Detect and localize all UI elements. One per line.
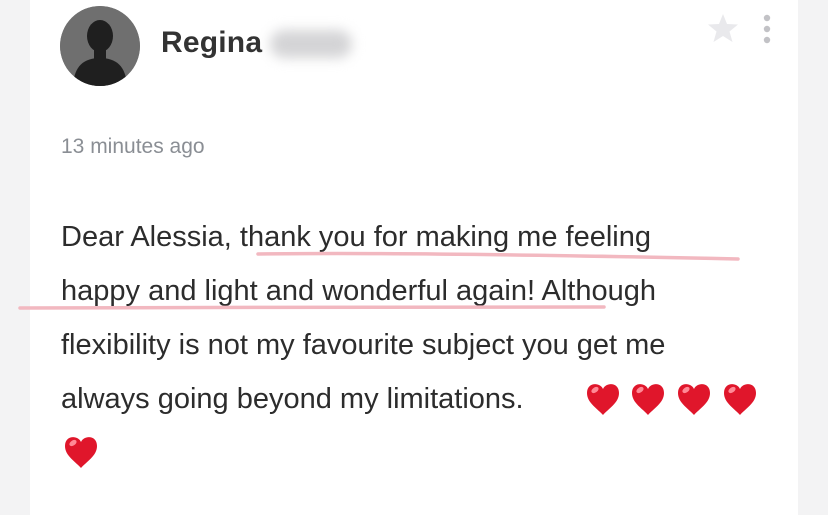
review-text-line: Dear Alessia, thank you for making me fe…: [61, 221, 651, 253]
review-timestamp: 13 minutes ago: [61, 135, 205, 158]
person-silhouette-icon: [60, 6, 140, 86]
avatar[interactable]: [60, 6, 140, 86]
author-name: Regina: [161, 26, 263, 59]
review-text-line: flexibility is not my favourite subject …: [61, 329, 666, 361]
more-vertical-icon: [763, 14, 771, 44]
review-text: Dear Alessia, thank you for making me fe…: [61, 210, 781, 426]
review-text-line: always going beyond my limitations.: [61, 383, 524, 415]
blurred-surname: [270, 30, 352, 58]
star-icon: [708, 14, 738, 42]
review-card: Regina 13 minutes ago Dear Alessia, than…: [30, 0, 798, 515]
star-button[interactable]: [705, 10, 741, 46]
more-options-button[interactable]: [756, 12, 778, 48]
review-text-line: happy and light and wonderful again! Alt…: [61, 275, 656, 307]
